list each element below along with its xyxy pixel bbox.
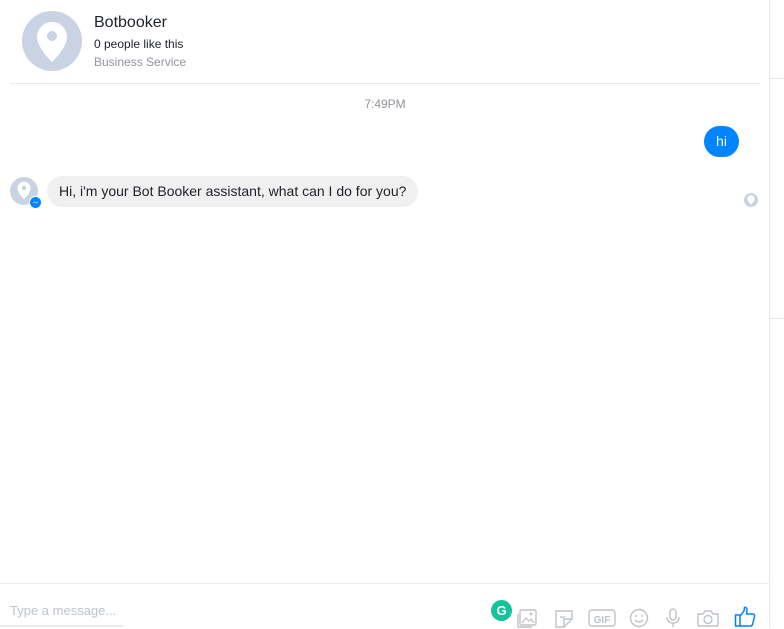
photo-icon[interactable] <box>516 608 538 628</box>
location-pin-icon <box>747 195 755 205</box>
location-pin-icon <box>37 22 67 62</box>
input-underline <box>0 625 124 627</box>
right-panel-divider <box>770 78 784 79</box>
incoming-message[interactable]: Hi, i'm your Bot Booker assistant, what … <box>47 176 419 207</box>
right-panel-divider <box>770 318 784 319</box>
grammarly-icon[interactable]: G <box>491 600 512 621</box>
sticker-icon[interactable] <box>553 608 575 628</box>
thumbs-up-icon[interactable] <box>734 606 756 627</box>
message-timestamp: 7:49PM <box>364 97 406 111</box>
right-panel-border <box>769 0 770 628</box>
emoji-icon[interactable] <box>628 608 650 628</box>
location-pin-icon <box>17 181 31 200</box>
page-name[interactable]: Botbooker <box>94 14 167 32</box>
messenger-window: Botbooker 0 people like this Business Se… <box>0 0 784 628</box>
seen-indicator-avatar <box>744 193 758 207</box>
message-composer: Type a message... G GIF <box>0 583 770 629</box>
page-likes: 0 people like this <box>94 37 184 51</box>
gif-icon[interactable]: GIF <box>588 608 616 628</box>
page-avatar[interactable] <box>22 11 82 71</box>
message-input[interactable]: Type a message... <box>10 603 310 618</box>
gif-label: GIF <box>594 615 611 626</box>
messenger-badge-icon <box>29 196 42 209</box>
page-category: Business Service <box>94 55 187 69</box>
microphone-icon[interactable] <box>664 608 682 628</box>
outgoing-message[interactable]: hi <box>704 126 739 157</box>
conversation-header: Botbooker 0 people like this Business Se… <box>10 0 760 84</box>
camera-icon[interactable] <box>696 608 720 628</box>
